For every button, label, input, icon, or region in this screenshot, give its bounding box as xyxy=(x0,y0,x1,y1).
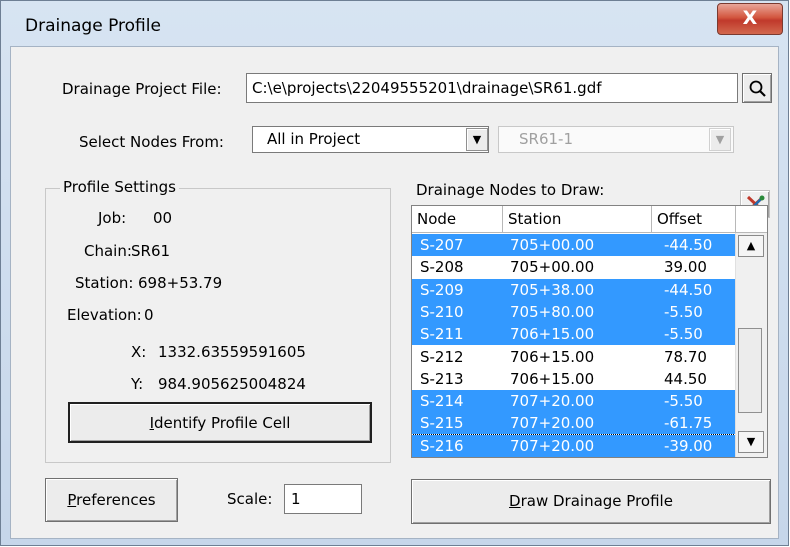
list-item[interactable]: S-209 705+38.00 -44.50 xyxy=(412,278,735,301)
cell-node: S-214 xyxy=(420,392,464,411)
cell-station: 705+80.00 xyxy=(510,302,595,321)
chain-label: Chain: xyxy=(84,242,132,260)
project-file-input[interactable]: C:\e\projects\22049555201\drainage\SR61.… xyxy=(246,73,738,103)
vertical-scrollbar[interactable]: ▲ ▼ xyxy=(735,233,767,457)
x-label: X: xyxy=(131,343,147,361)
cell-node: S-211 xyxy=(420,325,464,344)
search-icon xyxy=(748,79,768,103)
cell-station: 705+00.00 xyxy=(510,258,595,277)
cell-station: 705+00.00 xyxy=(510,236,595,254)
draw-button-label: raw Drainage Profile xyxy=(520,492,673,510)
chevron-down-icon[interactable]: ▼ xyxy=(709,128,731,151)
identify-profile-cell-button[interactable]: Identify Profile Cell xyxy=(68,402,372,443)
list-item[interactable]: S-208 705+00.00 39.00 xyxy=(412,256,735,278)
cell-station: 705+38.00 xyxy=(510,280,595,299)
list-item[interactable]: S-207 705+00.00 -44.50 xyxy=(412,234,735,256)
cell-offset: -39.00 xyxy=(664,436,713,455)
select-nodes-label: Select Nodes From: xyxy=(79,133,224,151)
station-value: 698+53.79 xyxy=(138,274,223,292)
nodes-list[interactable]: Node Station Offset S-207 705+00.00 -44.50… xyxy=(411,205,768,458)
chain-dropdown[interactable]: SR61-1 xyxy=(498,126,734,153)
chain-value: SR61 xyxy=(131,242,171,260)
job-label: Job: xyxy=(98,209,127,227)
cell-offset: 78.70 xyxy=(664,347,707,366)
y-value: 984.905625004824 xyxy=(158,375,306,393)
cell-node: S-208 xyxy=(420,258,464,277)
preferences-button[interactable]: Preferences xyxy=(45,478,178,522)
list-item[interactable]: S-213 706+15.00 44.50 xyxy=(412,368,735,390)
job-value: 00 xyxy=(153,209,173,227)
draw-drainage-profile-button[interactable]: Draw Drainage Profile xyxy=(411,479,771,524)
cell-node: S-215 xyxy=(420,414,464,433)
cell-offset: -44.50 xyxy=(664,280,713,299)
y-label: Y: xyxy=(131,375,144,393)
cell-offset: 44.50 xyxy=(664,369,707,388)
cell-node: S-210 xyxy=(420,302,464,321)
preferences-accelerator: P xyxy=(67,491,77,509)
cell-station: 706+15.00 xyxy=(510,325,595,344)
close-button[interactable]: X xyxy=(717,3,783,35)
cell-offset: -44.50 xyxy=(664,236,713,254)
column-header-offset[interactable]: Offset xyxy=(652,206,736,233)
cell-node: S-216 xyxy=(420,436,464,455)
cell-station: 706+15.00 xyxy=(510,369,595,388)
elevation-value: 0 xyxy=(144,306,154,324)
station-label: Station: xyxy=(75,274,134,292)
cell-station: 707+20.00 xyxy=(510,436,595,455)
window-title: Drainage Profile xyxy=(25,16,161,36)
list-item[interactable]: S-216 707+20.00 -39.00 xyxy=(412,433,736,457)
profile-settings-title: Profile Settings xyxy=(60,178,179,196)
cell-station: 707+20.00 xyxy=(510,392,595,411)
chevron-down-icon[interactable]: ▼ xyxy=(466,128,488,151)
cell-offset: -5.50 xyxy=(664,392,703,411)
project-file-label: Drainage Project File: xyxy=(62,80,222,98)
browse-button[interactable] xyxy=(742,73,772,103)
x-value: 1332.63559591605 xyxy=(158,343,306,361)
cell-offset: -61.75 xyxy=(664,414,713,433)
column-header-node[interactable]: Node xyxy=(412,206,503,233)
list-item[interactable]: S-210 705+80.00 -5.50 xyxy=(412,300,735,323)
cell-station: 707+20.00 xyxy=(510,414,595,433)
identify-button-label: dentify Profile Cell xyxy=(154,414,291,432)
cell-offset: -5.50 xyxy=(664,325,703,344)
select-nodes-dropdown[interactable]: All in Project xyxy=(252,126,489,153)
cell-node: S-209 xyxy=(420,280,464,299)
draw-accelerator: D xyxy=(509,492,521,510)
cell-offset: -5.50 xyxy=(664,302,703,321)
elevation-label: Elevation: xyxy=(67,306,142,324)
column-header-filler xyxy=(736,206,767,233)
cell-node: S-212 xyxy=(420,347,464,366)
cell-node: S-213 xyxy=(420,369,464,388)
list-item[interactable]: S-212 706+15.00 78.70 xyxy=(412,346,735,368)
cell-node: S-207 xyxy=(420,236,464,254)
column-header-station[interactable]: Station xyxy=(503,206,652,233)
scale-input[interactable]: 1 xyxy=(284,484,362,514)
cell-offset: 39.00 xyxy=(664,258,707,277)
scroll-up-button[interactable]: ▲ xyxy=(738,235,764,257)
preferences-button-label: references xyxy=(76,491,156,509)
scale-label: Scale: xyxy=(227,490,273,508)
cell-station: 706+15.00 xyxy=(510,347,595,366)
list-item[interactable]: S-215 707+20.00 -61.75 xyxy=(412,412,735,435)
list-item[interactable]: S-211 706+15.00 -5.50 xyxy=(412,323,735,346)
list-item[interactable]: S-214 707+20.00 -5.50 xyxy=(412,390,735,413)
nodes-list-title: Drainage Nodes to Draw: xyxy=(416,181,605,199)
scroll-down-button[interactable]: ▼ xyxy=(738,431,764,453)
scroll-thumb[interactable] xyxy=(738,328,762,413)
